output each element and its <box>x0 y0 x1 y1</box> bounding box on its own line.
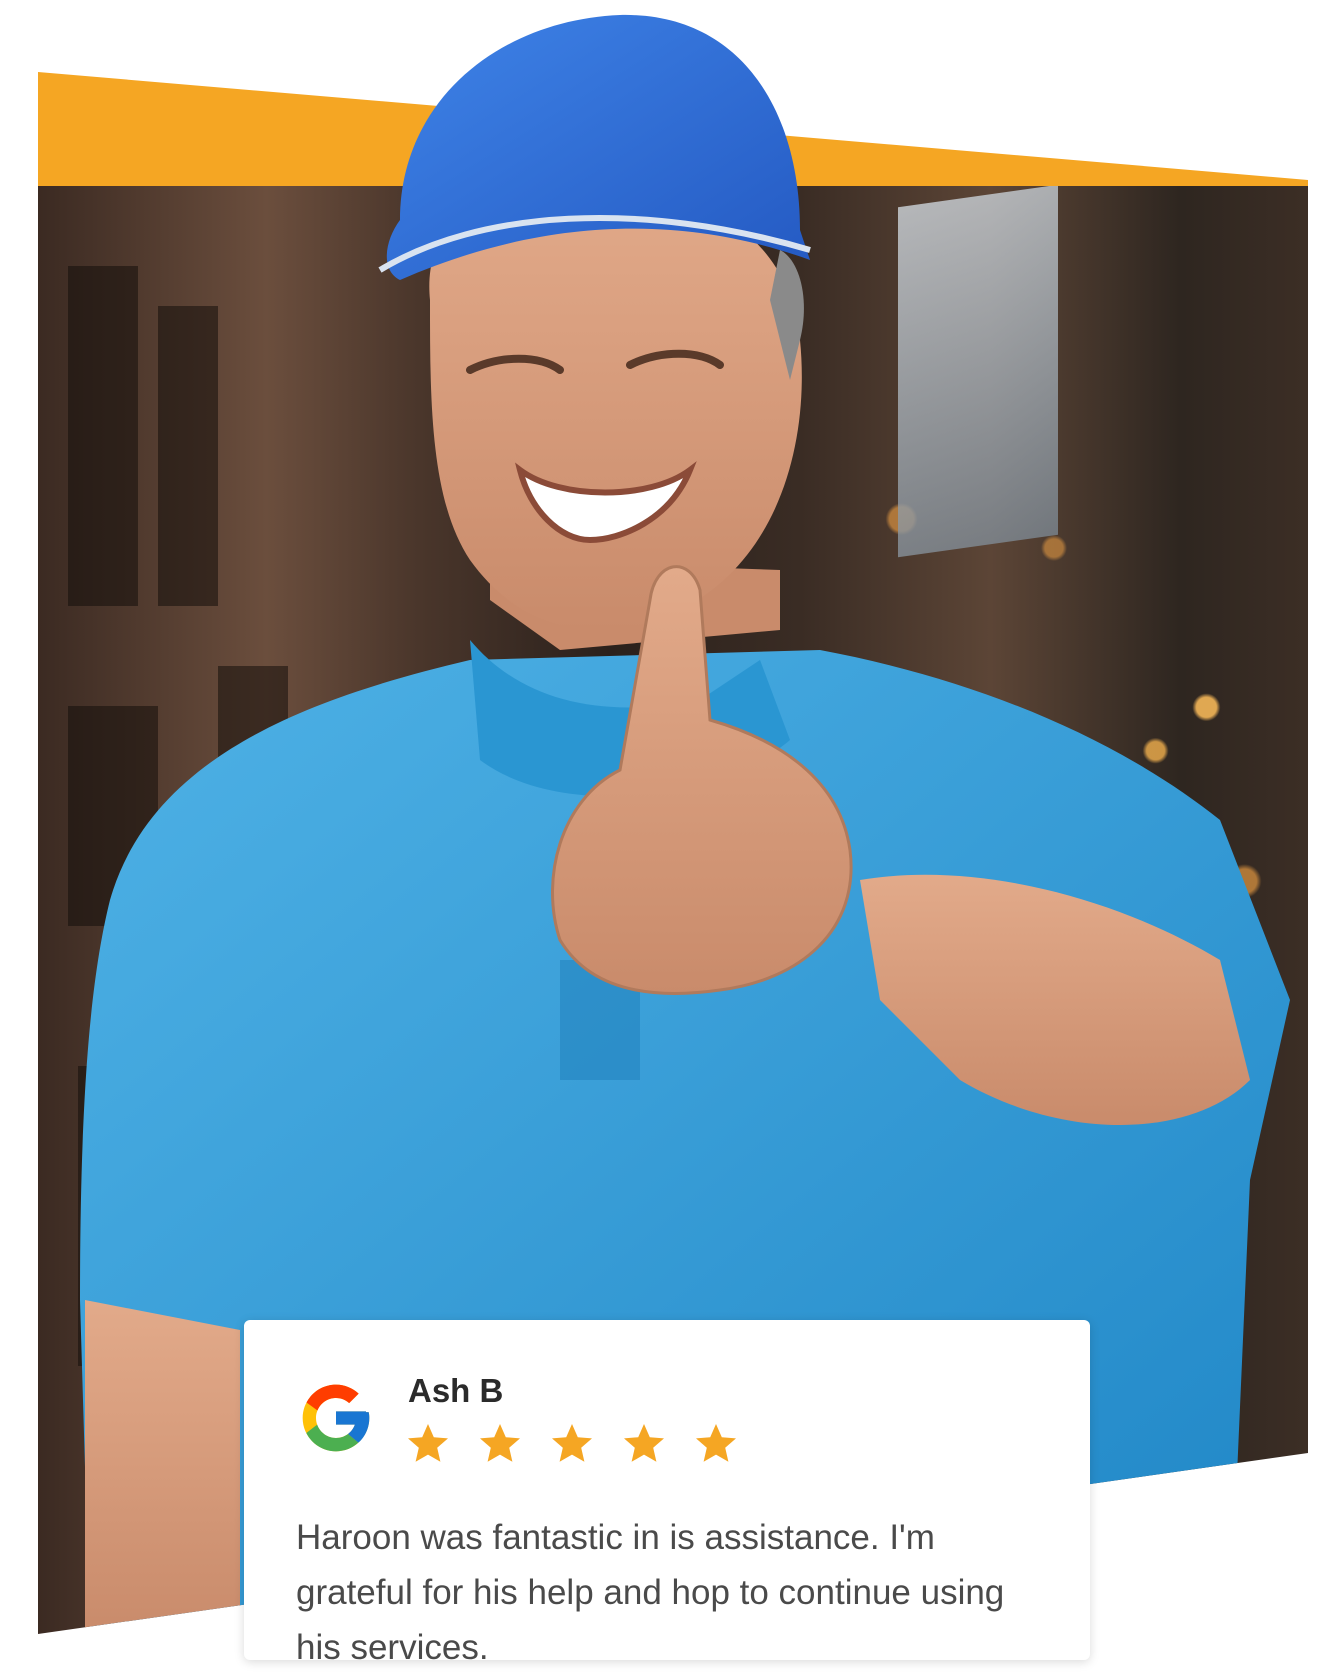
testimonial-section: Ash B Haroon was fantastic in is assista… <box>0 0 1332 1667</box>
star-icon <box>624 1424 664 1462</box>
reviewer-name: Ash B <box>408 1372 504 1409</box>
star-icon <box>696 1424 736 1462</box>
star-icon <box>480 1424 520 1462</box>
star-icon <box>552 1424 592 1462</box>
review-text: Haroon was fantastic in is assistance. I… <box>296 1518 1005 1667</box>
star-icon <box>408 1424 448 1462</box>
review-card: Ash B Haroon was fantastic in is assista… <box>244 1320 1090 1667</box>
google-g-logo-icon <box>302 1384 370 1452</box>
star-rating <box>404 1420 740 1468</box>
